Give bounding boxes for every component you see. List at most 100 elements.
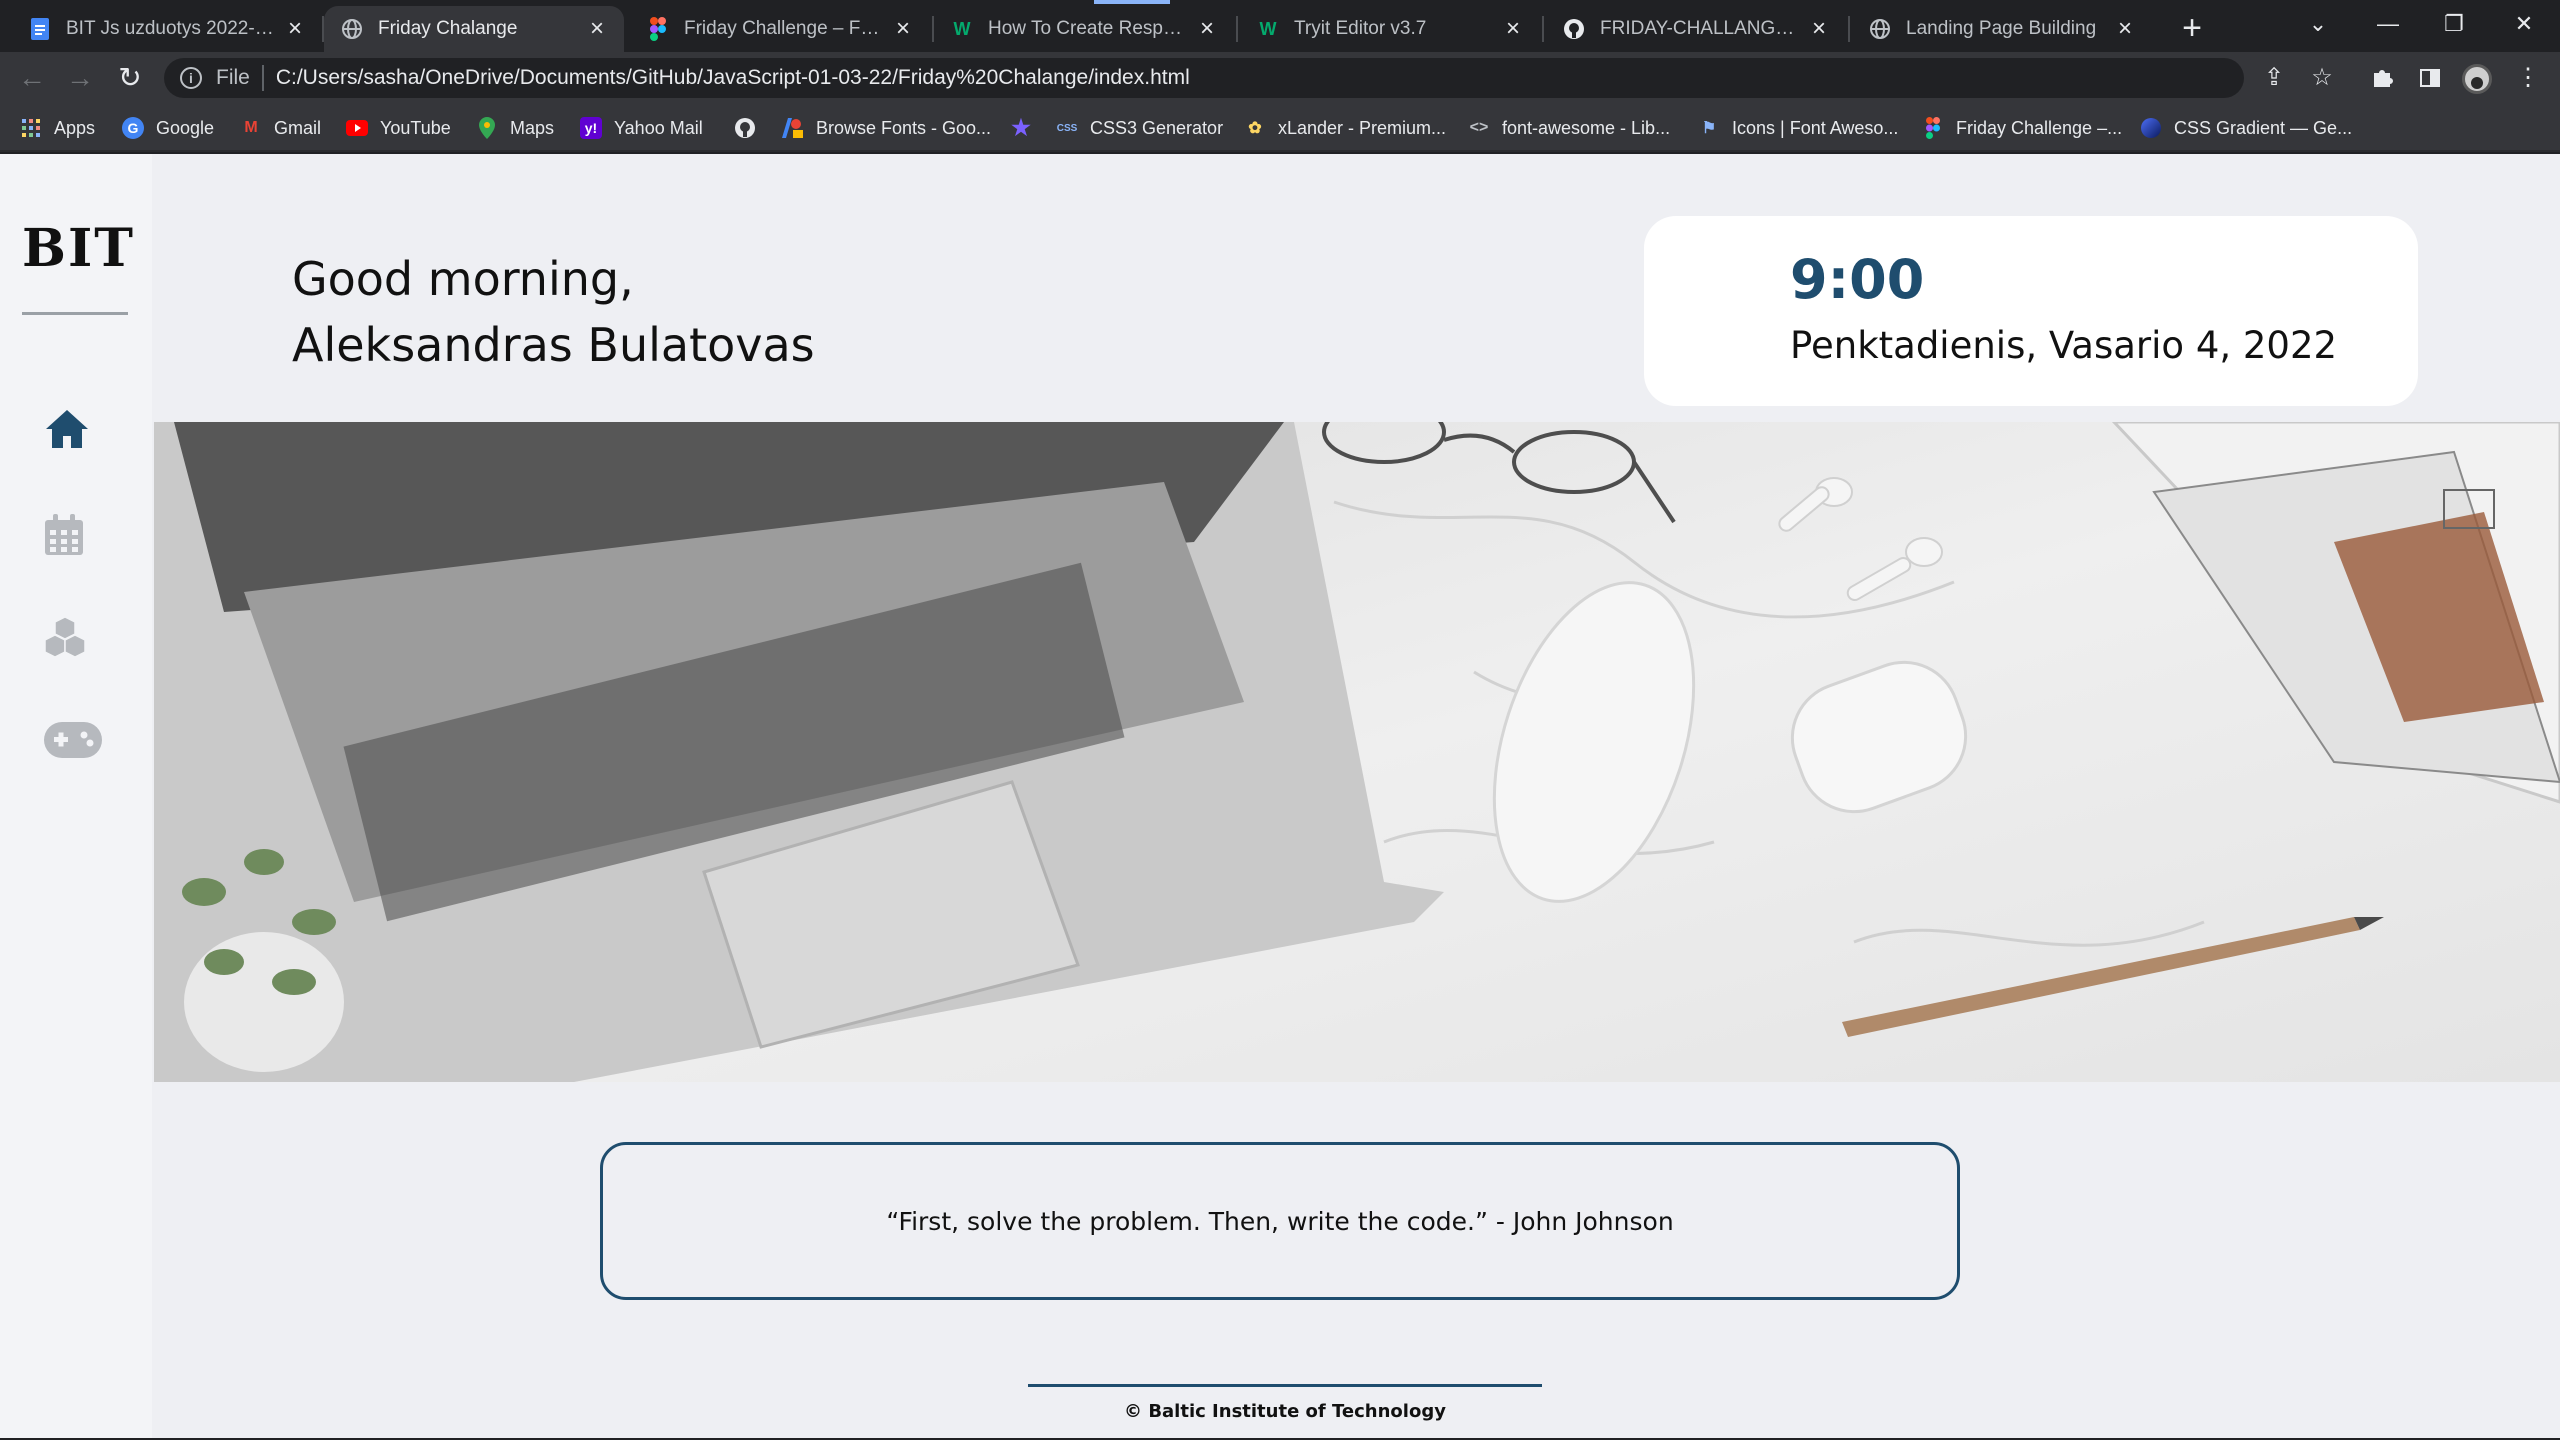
- bookmark-label: Maps: [510, 117, 555, 138]
- browser-toolbar: ← → ↻ i File C:/Users/sasha/OneDrive/Doc…: [0, 52, 2560, 104]
- bookmarks-bar: Apps G Google M Gmail YouTube Maps y! Ya…: [0, 104, 2560, 152]
- tab-title: BIT Js uzduotys 2022-01-3: [66, 18, 274, 39]
- w3schools-icon: W: [1259, 18, 1277, 39]
- tab-friday-challenge-figma[interactable]: Friday Challenge – Figma ×: [630, 6, 930, 52]
- close-tab-icon[interactable]: ×: [282, 15, 308, 43]
- bookmark-maps[interactable]: Maps: [476, 112, 554, 144]
- bookmark-css3-generator[interactable]: CSS CSS3 Generator: [1056, 112, 1223, 144]
- tab-friday-challange-github[interactable]: FRIDAY-CHALLANGE/layo ×: [1546, 6, 1846, 52]
- tab-loading-indicator: [1094, 0, 1170, 4]
- new-tab-button[interactable]: +: [2172, 8, 2212, 48]
- bookmark-label: YouTube: [380, 117, 451, 138]
- close-tab-icon[interactable]: ×: [2112, 15, 2138, 43]
- tab-friday-chalange[interactable]: Friday Chalange ×: [324, 6, 624, 52]
- bookmark-apps[interactable]: Apps: [20, 112, 95, 144]
- bookmark-label: font-awesome - Lib...: [1502, 117, 1671, 138]
- tab-title: How To Create Responsive: [988, 18, 1186, 39]
- bookmark-label: CSS3 Generator: [1090, 117, 1224, 138]
- tab-title: Landing Page Building: [1906, 18, 2097, 39]
- profile-avatar[interactable]: [2462, 64, 2492, 94]
- clock-time: 9:00: [1790, 248, 1925, 311]
- close-window-icon[interactable]: ✕: [2494, 4, 2554, 44]
- bookmark-browse-fonts[interactable]: Browse Fonts - Goo...: [782, 112, 991, 144]
- bookmark-css-gradient[interactable]: CSS Gradient — Ge...: [2140, 112, 2352, 144]
- gradient-icon: [2140, 117, 2162, 139]
- bookmark-label: Google: [156, 117, 215, 138]
- address-bar[interactable]: i File C:/Users/sasha/OneDrive/Documents…: [164, 58, 2244, 98]
- bookmark-youtube[interactable]: YouTube: [346, 112, 451, 144]
- reload-button[interactable]: ↻: [110, 58, 150, 98]
- bookmark-yahoo-mail[interactable]: y! Yahoo Mail: [580, 112, 703, 144]
- globe-icon: [340, 17, 364, 41]
- tab-bit-js-uzduotys[interactable]: BIT Js uzduotys 2022-01-3 ×: [12, 6, 322, 52]
- star-bookmark-icon: ★: [1011, 115, 1031, 140]
- google-icon: G: [122, 117, 144, 139]
- tab-title: Tryit Editor v3.7: [1294, 18, 1427, 39]
- close-tab-icon[interactable]: ×: [1500, 15, 1526, 43]
- greeting-line: Good morning,: [292, 252, 634, 306]
- user-name: Aleksandras Bulatovas: [292, 318, 815, 372]
- google-fonts-icon: [782, 117, 804, 139]
- info-icon[interactable]: i: [180, 67, 202, 89]
- code-icon: <>: [1469, 119, 1489, 136]
- tab-separator: [1542, 16, 1544, 42]
- maps-icon: [476, 117, 498, 139]
- footer-divider: [1028, 1384, 1542, 1387]
- bookmark-label: Icons | Font Aweso...: [1732, 117, 1899, 138]
- bit-logo[interactable]: BIT: [22, 223, 133, 275]
- sidebar: BIT: [0, 154, 152, 1438]
- bookmark-label: Apps: [54, 117, 96, 138]
- bookmark-gmail[interactable]: M Gmail: [240, 112, 321, 144]
- forward-button[interactable]: →: [60, 58, 100, 98]
- greeting: Good morning, Aleksandras Bulatovas: [292, 246, 992, 378]
- bookmark-font-awesome-lib[interactable]: <> font-awesome - Lib...: [1468, 112, 1670, 144]
- w3schools-icon: W: [953, 18, 971, 39]
- bookmark-starred[interactable]: ★: [1010, 112, 1044, 144]
- tab-title: Friday Chalange: [378, 18, 518, 39]
- clock-date: Penktadienis, Vasario 4, 2022: [1790, 324, 2338, 367]
- logo-divider: [22, 312, 128, 315]
- side-panel-icon[interactable]: [2410, 58, 2450, 98]
- cubes-icon[interactable]: [44, 616, 98, 662]
- hero-image: [154, 422, 2560, 1082]
- xlander-icon: ✿: [1248, 120, 1262, 137]
- yahoo-icon: y!: [580, 117, 602, 139]
- close-tab-icon[interactable]: ×: [890, 15, 916, 43]
- calendar-icon[interactable]: [44, 514, 98, 560]
- gamepad-icon[interactable]: [44, 720, 102, 766]
- address-url[interactable]: C:/Users/sasha/OneDrive/Documents/GitHub…: [276, 66, 1190, 90]
- bookmark-xlander[interactable]: ✿ xLander - Premium...: [1244, 112, 1446, 144]
- css3-icon: CSS: [1056, 122, 1078, 134]
- tab-how-to-create-responsive[interactable]: W How To Create Responsive ×: [934, 6, 1234, 52]
- home-icon[interactable]: [44, 408, 98, 454]
- bookmark-label: CSS Gradient — Ge...: [2174, 117, 2353, 138]
- tab-title: Friday Challenge – Figma: [684, 18, 882, 39]
- bookmark-google[interactable]: G Google: [122, 112, 214, 144]
- close-tab-icon[interactable]: ×: [1806, 15, 1832, 43]
- extensions-puzzle-icon[interactable]: [2362, 58, 2402, 98]
- browser-menu-icon[interactable]: ⋮: [2508, 58, 2548, 98]
- close-tab-icon[interactable]: ×: [584, 15, 610, 43]
- page-viewport: BIT Good morning, Aleksandras Bulatovas …: [0, 154, 2560, 1438]
- tab-landing-page-building[interactable]: Landing Page Building ×: [1852, 6, 2152, 52]
- google-docs-icon: [28, 17, 52, 41]
- tab-search-chevron-icon[interactable]: ⌄: [2288, 4, 2348, 44]
- bookmark-github[interactable]: [734, 112, 768, 144]
- close-tab-icon[interactable]: ×: [1194, 15, 1220, 43]
- address-separator: [261, 65, 264, 91]
- restore-window-icon[interactable]: ❐: [2424, 4, 2484, 44]
- quote-card: “First, solve the problem. Then, write t…: [600, 1142, 1960, 1300]
- bookmark-star-icon[interactable]: ☆: [2302, 58, 2342, 98]
- clock-card: 9:00 Penktadienis, Vasario 4, 2022: [1644, 216, 2418, 406]
- bookmark-icons-font-awesome[interactable]: ⚑ Icons | Font Aweso...: [1698, 112, 1899, 144]
- share-icon[interactable]: ⇪: [2254, 58, 2294, 98]
- tab-separator: [1236, 16, 1238, 42]
- bookmark-friday-challenge[interactable]: Friday Challenge –...: [1922, 112, 2122, 144]
- quote-text: “First, solve the problem. Then, write t…: [886, 1206, 1674, 1236]
- youtube-icon: [346, 117, 368, 139]
- tab-tryit-editor[interactable]: W Tryit Editor v3.7 ×: [1240, 6, 1540, 52]
- minimize-window-icon[interactable]: —: [2358, 4, 2418, 44]
- bookmark-label: Browse Fonts - Goo...: [816, 117, 992, 138]
- back-button[interactable]: ←: [12, 58, 52, 98]
- address-scheme-label: File: [216, 66, 250, 89]
